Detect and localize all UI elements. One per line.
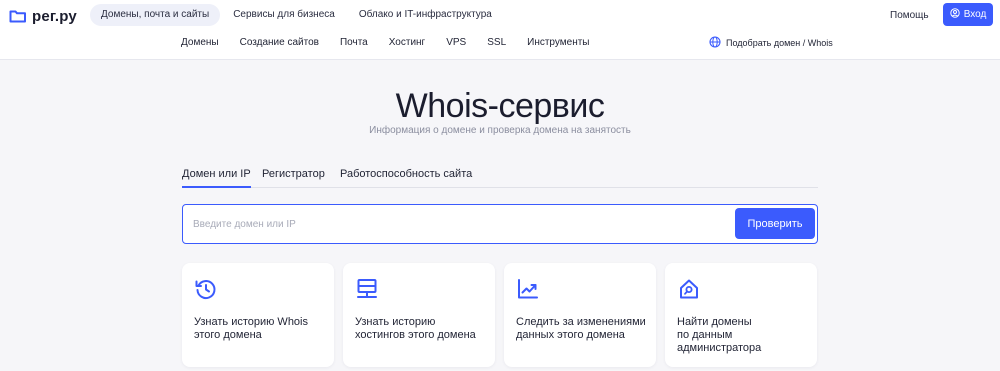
card-label: Следить за изменениями данных этого доме… bbox=[516, 316, 646, 341]
sub-nav-item-site-builder[interactable]: Создание сайтов bbox=[240, 37, 319, 48]
history-clock-icon bbox=[194, 277, 218, 301]
sub-nav: Домены Создание сайтов Почта Хостинг VPS… bbox=[181, 37, 611, 48]
sub-nav-item-hosting[interactable]: Хостинг bbox=[389, 37, 425, 48]
page-subtitle: Информация о домене и проверка домена на… bbox=[369, 125, 631, 136]
card-track-changes[interactable]: Следить за изменениями данных этого доме… bbox=[504, 263, 656, 367]
check-button[interactable]: Проверить bbox=[735, 208, 815, 239]
sub-nav-item-domains[interactable]: Домены bbox=[181, 37, 219, 48]
card-find-by-admin[interactable]: Найти домены по данным администратора bbox=[665, 263, 817, 367]
sub-nav-item-vps[interactable]: VPS bbox=[446, 37, 466, 48]
login-label: Вход bbox=[963, 9, 987, 20]
card-label: Узнать историю хостингов этого домена bbox=[355, 316, 476, 341]
card-whois-history[interactable]: Узнать историю Whois этого домена bbox=[182, 263, 334, 367]
login-button[interactable]: Вход bbox=[943, 3, 993, 26]
sub-nav-item-tools[interactable]: Инструменты bbox=[527, 37, 589, 48]
sub-nav-item-mail[interactable]: Почта bbox=[340, 37, 368, 48]
card-hosting-history[interactable]: Узнать историю хостингов этого домена bbox=[343, 263, 495, 367]
page-title: Whois-сервис bbox=[395, 87, 605, 125]
search-type-tabs: Домен или IP Регистратор Работоспособнос… bbox=[182, 168, 818, 188]
help-link[interactable]: Помощь bbox=[890, 10, 929, 21]
globe-icon bbox=[709, 36, 721, 50]
user-icon bbox=[949, 8, 960, 21]
feature-cards: Узнать историю Whois этого домена Узнать… bbox=[182, 263, 818, 367]
top-bar: рег.ру Домены, почта и сайты Сервисы для… bbox=[0, 0, 1000, 60]
trend-chart-icon bbox=[516, 277, 540, 301]
logo-text: рег.ру bbox=[32, 7, 77, 25]
top-nav-item-domains[interactable]: Домены, почта и сайты bbox=[90, 4, 221, 26]
domain-search-input[interactable] bbox=[193, 214, 723, 234]
server-icon bbox=[355, 277, 379, 301]
top-nav-item-cloud[interactable]: Облако и IT-инфраструктура bbox=[348, 4, 503, 26]
logo[interactable]: рег.ру bbox=[9, 6, 77, 26]
tab-site-availability[interactable]: Работоспособность сайта bbox=[340, 168, 472, 180]
card-label: Узнать историю Whois этого домена bbox=[194, 316, 308, 341]
sub-nav-item-ssl[interactable]: SSL bbox=[487, 37, 506, 48]
card-label: Найти домены по данным администратора bbox=[677, 316, 762, 354]
folder-logo-icon bbox=[9, 8, 27, 24]
tab-registrar[interactable]: Регистратор bbox=[262, 168, 325, 180]
search-box: Проверить bbox=[182, 204, 818, 244]
domain-picker-link[interactable]: Подобрать домен / Whois bbox=[709, 36, 833, 50]
top-nav: Домены, почта и сайты Сервисы для бизнес… bbox=[90, 4, 505, 26]
top-nav-item-business[interactable]: Сервисы для бизнеса bbox=[222, 4, 346, 26]
tab-domain-or-ip[interactable]: Домен или IP bbox=[182, 168, 251, 188]
domain-picker-label: Подобрать домен / Whois bbox=[726, 38, 833, 48]
home-search-icon bbox=[677, 277, 701, 301]
